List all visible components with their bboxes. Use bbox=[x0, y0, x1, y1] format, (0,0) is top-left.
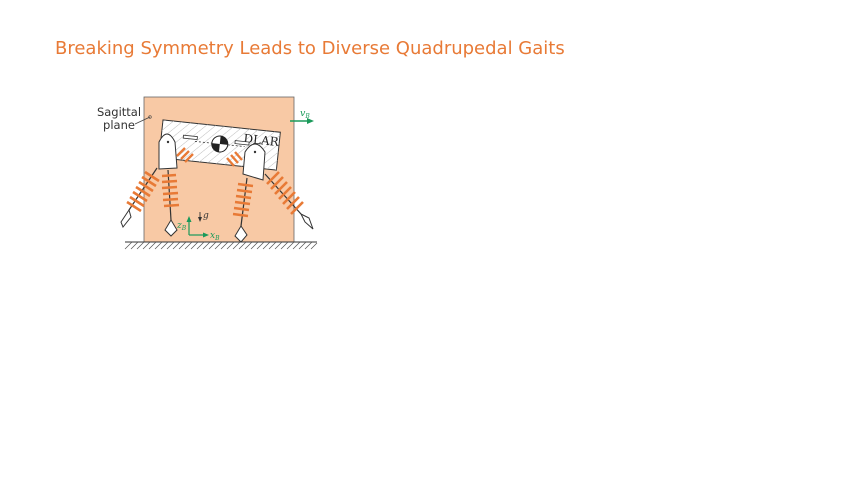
gravity-label: g bbox=[203, 211, 209, 221]
page-title: Breaking Symmetry Leads to Diverse Quadr… bbox=[55, 38, 565, 59]
front-hip bbox=[242, 143, 266, 181]
diagram-svg: DLAR vB g zB xB bbox=[120, 96, 318, 250]
quadruped-diagram: Sagittal plane DLAR vB g zB xB bbox=[95, 92, 325, 257]
velocity-label: vB bbox=[300, 108, 310, 120]
ground-hatch bbox=[124, 241, 318, 250]
gravity-arrow: g bbox=[198, 211, 209, 222]
